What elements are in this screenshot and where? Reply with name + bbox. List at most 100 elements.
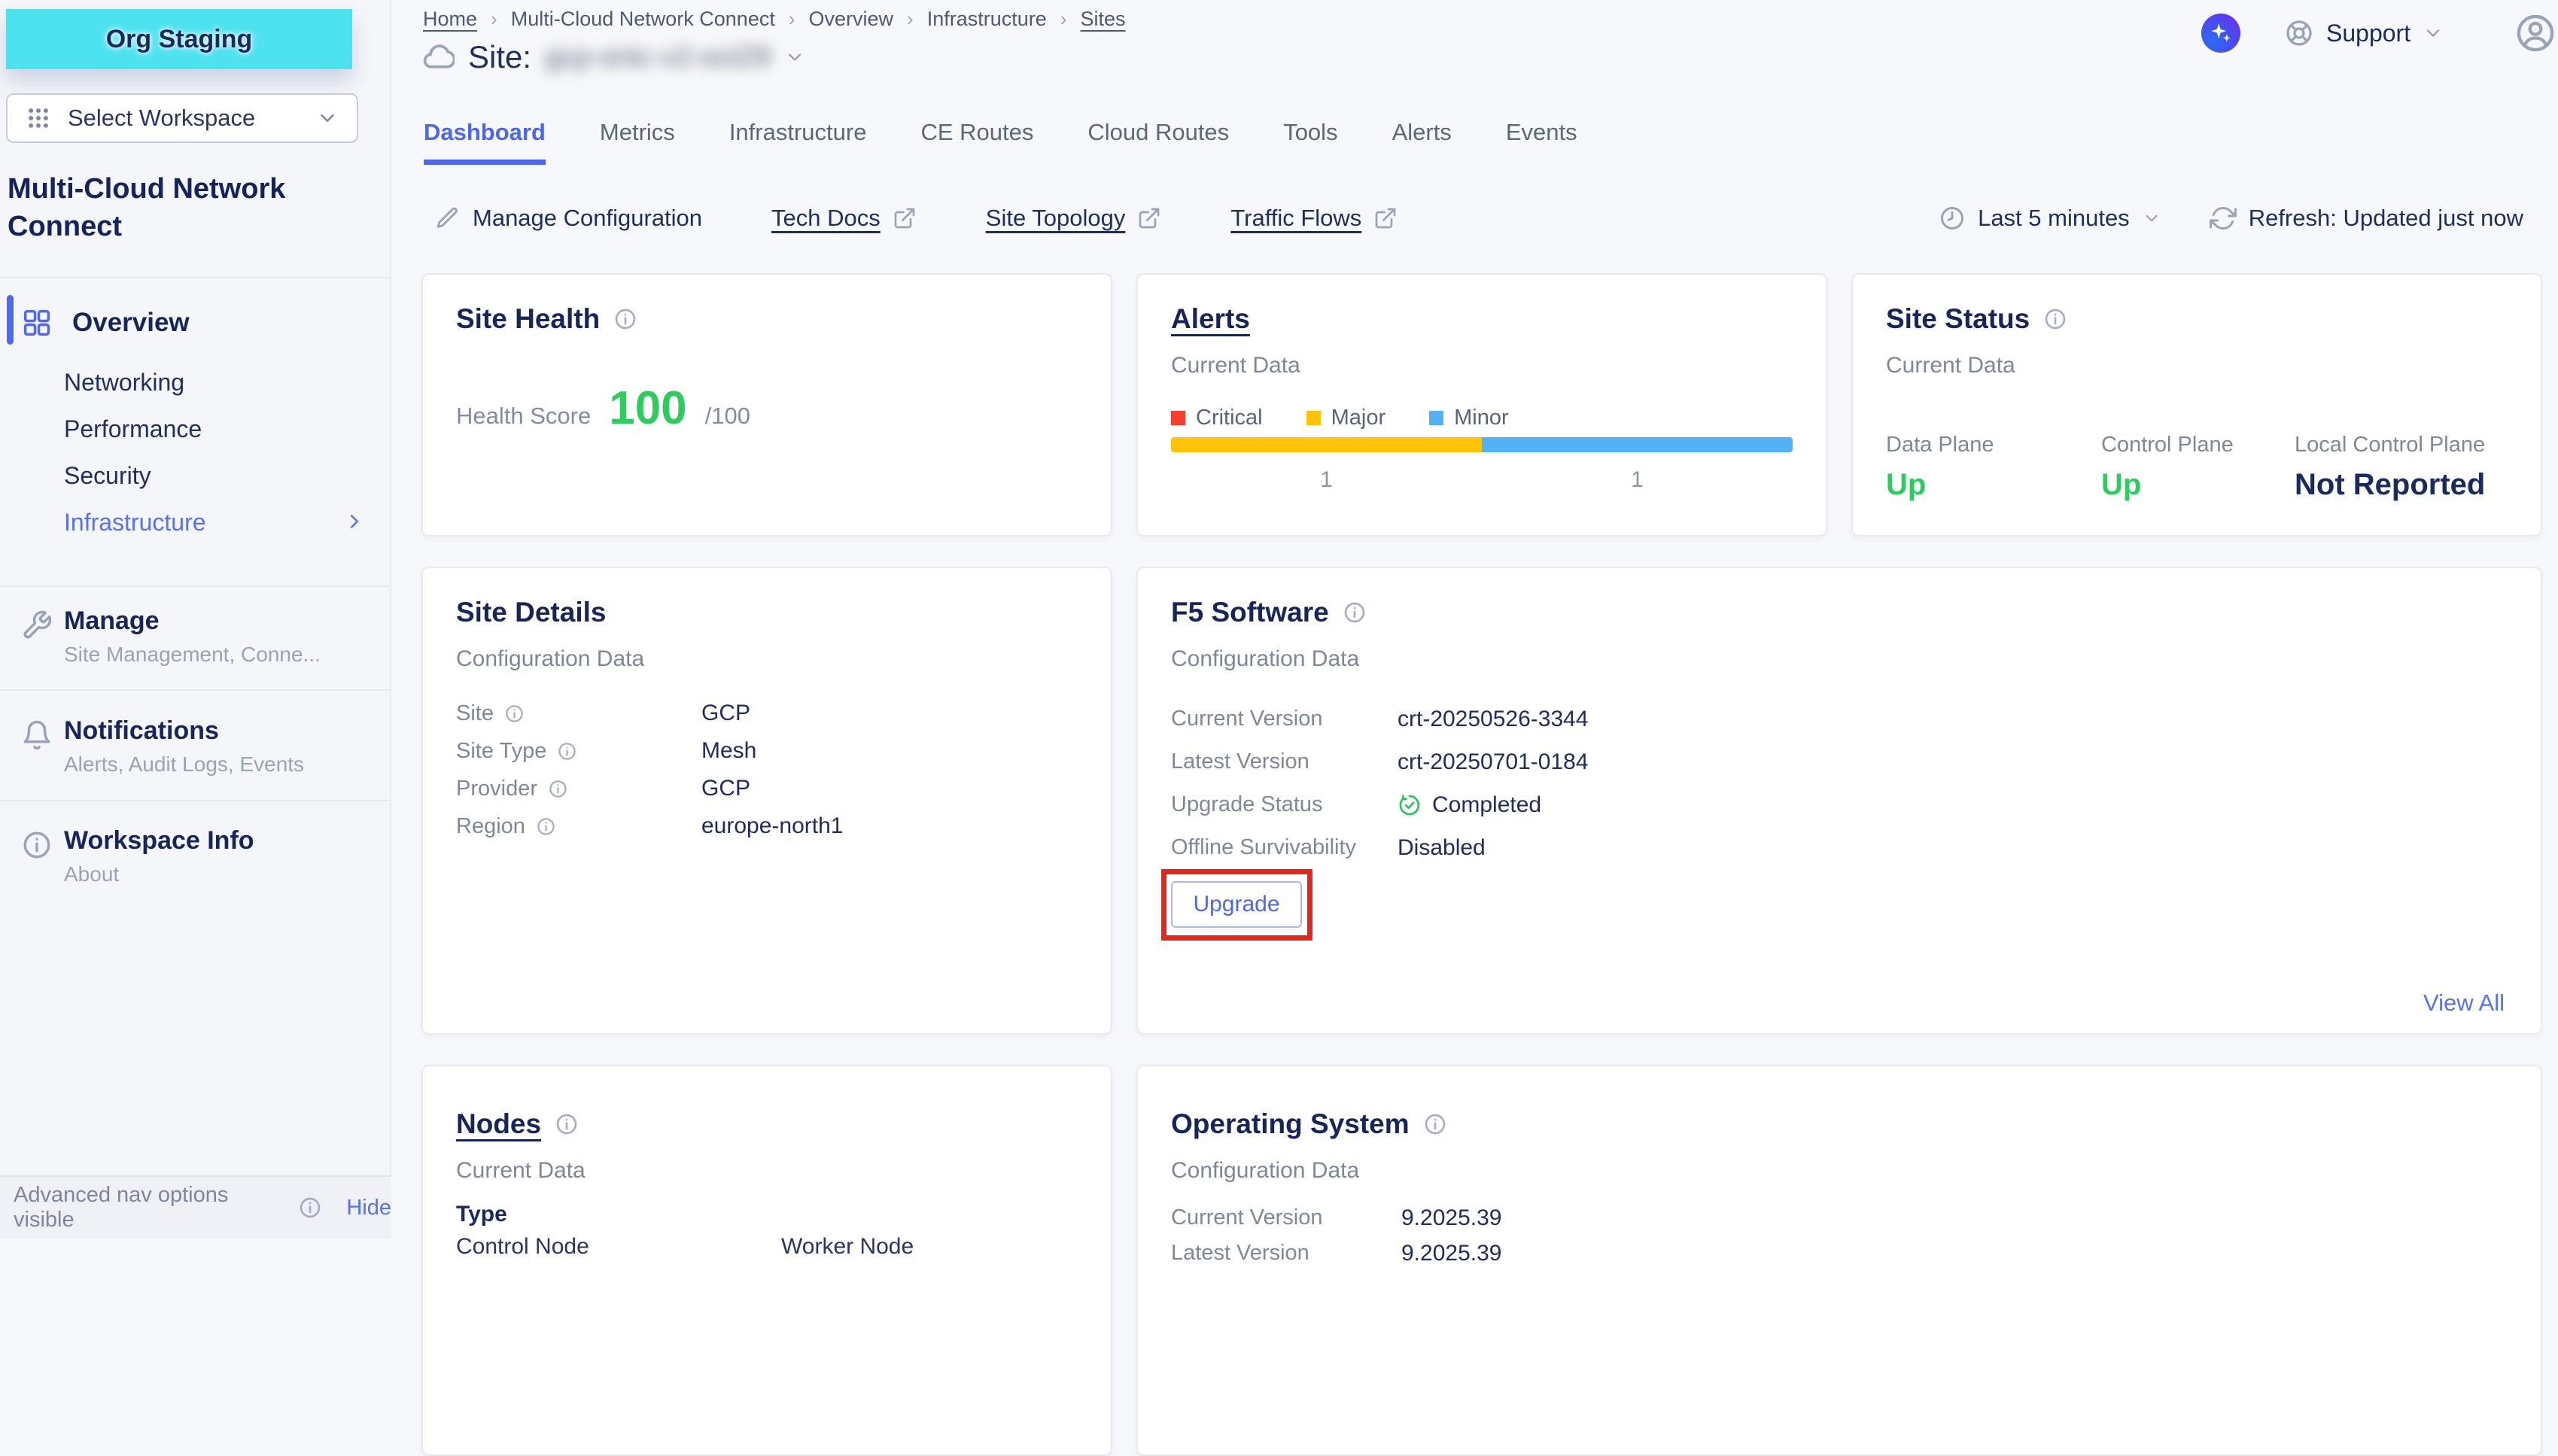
tech-docs-link[interactable]: Tech Docs	[771, 205, 917, 232]
site-details-rows: Site GCP Site Type Mesh Provider GCP Reg…	[456, 695, 1078, 845]
info-icon[interactable]	[1423, 1112, 1447, 1136]
status-value: Not Reported	[2295, 468, 2485, 502]
org-banner: Org Staging	[6, 9, 352, 69]
worker-node-column: Worker Node	[781, 1234, 914, 1260]
site-topology-link[interactable]: Site Topology	[986, 205, 1162, 232]
info-icon[interactable]	[1343, 600, 1367, 625]
f5-software-title: F5 Software	[1171, 597, 1329, 628]
row-value: crt-20250526-3344	[1398, 707, 1589, 732]
minor-count: 1	[1482, 467, 1793, 493]
sidebar-item-performance[interactable]: Performance	[64, 415, 202, 443]
breadcrumb-sites[interactable]: Sites	[1080, 8, 1125, 31]
tab-ce-routes[interactable]: CE Routes	[920, 119, 1033, 165]
status-value: Up	[2101, 468, 2234, 502]
tab-cloud-routes[interactable]: Cloud Routes	[1087, 119, 1229, 165]
hide-advanced-nav-link[interactable]: Hide	[346, 1196, 391, 1220]
health-score-max: /100	[705, 403, 750, 430]
sidebar-item-manage[interactable]: Manage Site Management, Conne...	[0, 606, 391, 682]
alerts-title-link[interactable]: Alerts	[1171, 303, 1250, 335]
bell-icon	[21, 719, 53, 751]
site-name-redacted[interactable]: gcp-snic-v2-oct29	[545, 41, 771, 74]
row-current-version: Current Version crt-20250526-3344	[1171, 698, 2508, 740]
overview-grid-icon	[21, 307, 53, 339]
status-label: Data Plane	[1886, 433, 1994, 457]
row-value: europe-north1	[701, 813, 843, 839]
time-range-selector[interactable]: Last 5 minutes	[1939, 205, 2161, 232]
sidebar-item-label: Workspace Info	[64, 826, 254, 856]
row-value: Disabled	[1398, 835, 1486, 861]
major-count: 1	[1171, 467, 1482, 493]
chevron-down-icon[interactable]	[784, 47, 805, 68]
header-actions: Support	[2201, 14, 2558, 53]
legend-label: Minor	[1454, 406, 1509, 430]
sidebar-item-infrastructure[interactable]: Infrastructure	[64, 509, 206, 537]
external-link-icon	[893, 206, 917, 230]
sidebar-item-security[interactable]: Security	[64, 462, 151, 490]
detail-row-site: Site GCP	[456, 695, 1078, 732]
row-label: Offline Survivability	[1171, 835, 1398, 860]
row-value: crt-20250701-0184	[1398, 749, 1589, 775]
site-title-prefix: Site:	[468, 39, 531, 75]
ai-assistant-button[interactable]	[2201, 14, 2240, 53]
nodes-title-link[interactable]: Nodes	[456, 1108, 541, 1140]
sidebar-item-notifications[interactable]: Notifications Alerts, Audit Logs, Events	[0, 716, 391, 792]
minor-bar-segment[interactable]	[1482, 437, 1793, 452]
traffic-flows-link[interactable]: Traffic Flows	[1230, 205, 1398, 232]
completed-check-icon	[1398, 793, 1422, 817]
operating-system-title: Operating System	[1171, 1108, 1410, 1140]
info-icon[interactable]	[548, 779, 568, 799]
refresh-button[interactable]: Refresh: Updated just now	[2210, 205, 2523, 232]
row-offline-survivability: Offline Survivability Disabled	[1171, 826, 2508, 869]
tab-infrastructure[interactable]: Infrastructure	[729, 119, 867, 165]
status-value: Up	[1886, 468, 1994, 502]
row-latest-version: Latest Version crt-20250701-0184	[1171, 740, 2508, 783]
breadcrumb-mcn-connect[interactable]: Multi-Cloud Network Connect	[511, 8, 775, 31]
breadcrumb-overview[interactable]: Overview	[809, 8, 894, 31]
user-menu[interactable]	[2516, 14, 2558, 53]
detail-row-site-type: Site Type Mesh	[456, 732, 1078, 770]
info-icon[interactable]	[557, 741, 577, 761]
f5-software-rows: Current Version crt-20250526-3344 Latest…	[1171, 698, 2508, 869]
major-bar-segment[interactable]	[1171, 437, 1482, 452]
wrench-icon	[21, 609, 53, 641]
row-label: Site Type	[456, 739, 546, 764]
sidebar-item-overview[interactable]: Overview	[0, 299, 391, 346]
major-swatch	[1306, 411, 1321, 425]
view-all-link[interactable]: View All	[2423, 989, 2505, 1017]
tab-events[interactable]: Events	[1506, 119, 1577, 165]
info-icon[interactable]	[504, 704, 525, 724]
breadcrumb-infrastructure[interactable]: Infrastructure	[927, 8, 1047, 31]
breadcrumb-separator: ›	[907, 8, 914, 31]
legend-label: Critical	[1196, 406, 1263, 430]
tab-tools[interactable]: Tools	[1283, 119, 1337, 165]
row-value: Completed	[1432, 792, 1541, 818]
info-icon[interactable]	[555, 1112, 579, 1136]
breadcrumb-home[interactable]: Home	[423, 8, 477, 31]
info-icon[interactable]	[536, 816, 556, 837]
sidebar-item-workspace-info[interactable]: Workspace Info About	[0, 826, 391, 901]
sidebar-item-networking[interactable]: Networking	[64, 369, 184, 397]
site-title-row: Site: gcp-snic-v2-oct29	[421, 39, 805, 75]
workspace-selector[interactable]: Select Workspace	[6, 93, 358, 143]
breadcrumb-separator: ›	[1060, 8, 1067, 31]
info-icon[interactable]	[2043, 307, 2067, 331]
info-icon[interactable]	[613, 307, 637, 331]
workspace-selector-label: Select Workspace	[68, 105, 255, 132]
divider	[0, 800, 391, 801]
tech-docs-label: Tech Docs	[771, 205, 881, 232]
chevron-down-icon	[2142, 208, 2161, 228]
detail-row-region: Region europe-north1	[456, 807, 1078, 845]
site-details-card: Site Details Configuration Data Site GCP…	[421, 567, 1112, 1035]
tab-alerts[interactable]: Alerts	[1392, 119, 1452, 165]
status-label: Local Control Plane	[2295, 433, 2485, 457]
support-menu[interactable]: Support	[2284, 18, 2444, 48]
alerts-segment-counts: 1 1	[1171, 467, 1793, 493]
alerts-stacked-bar[interactable]	[1171, 437, 1793, 452]
row-value: GCP	[701, 701, 750, 726]
tab-dashboard[interactable]: Dashboard	[424, 119, 546, 165]
pencil-icon	[435, 205, 461, 231]
info-icon[interactable]	[298, 1196, 322, 1220]
manage-configuration-button[interactable]: Manage Configuration	[435, 205, 702, 232]
clock-icon	[1939, 205, 1966, 232]
tab-metrics[interactable]: Metrics	[600, 119, 675, 165]
